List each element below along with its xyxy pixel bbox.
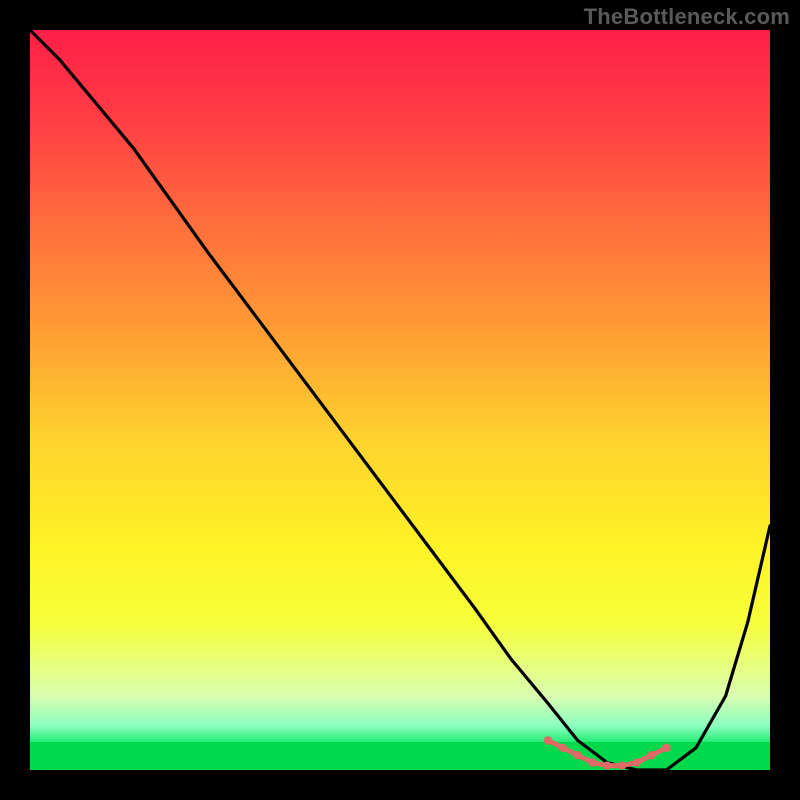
- chart-frame: TheBottleneck.com: [0, 0, 800, 800]
- bottleneck-curve-svg: [30, 30, 770, 770]
- bottleneck-curve-path: [30, 30, 770, 770]
- valley-accent-dots: [544, 736, 671, 770]
- watermark-text: TheBottleneck.com: [584, 4, 790, 30]
- valley-dot: [662, 744, 670, 752]
